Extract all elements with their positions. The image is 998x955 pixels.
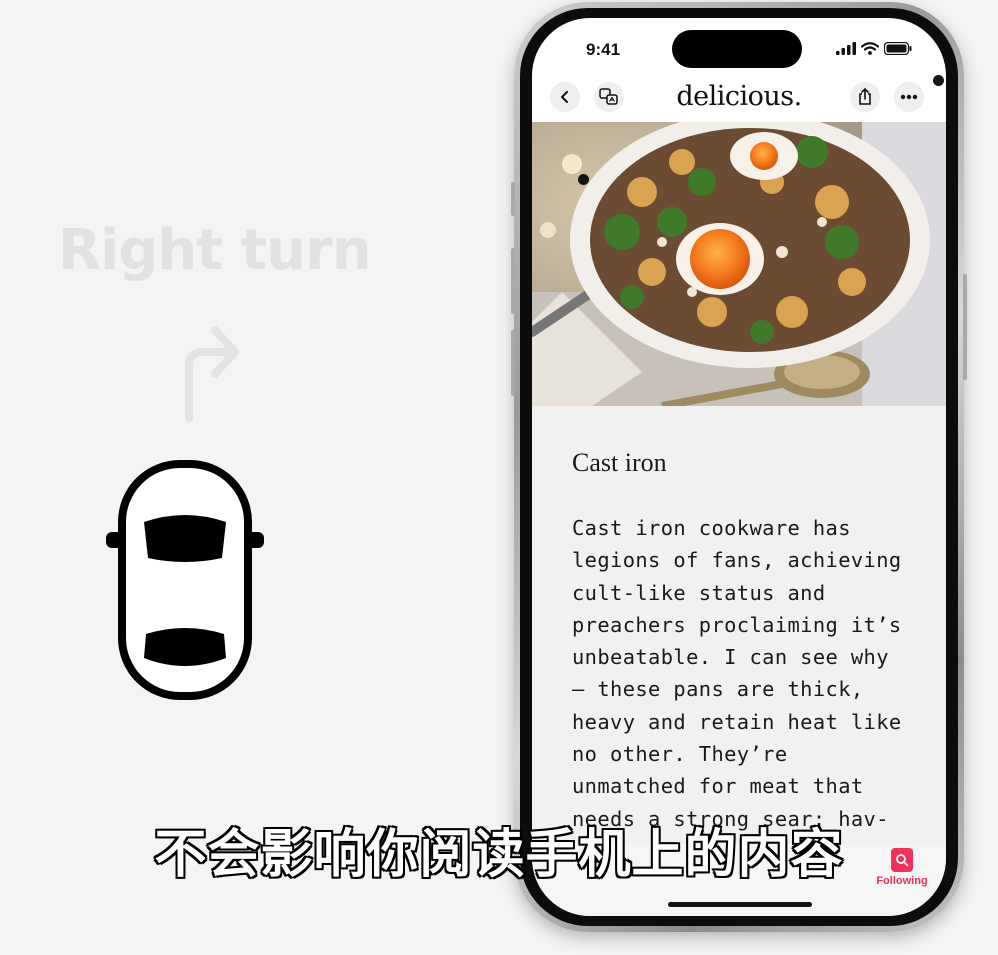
article-line: heavy and retain heat like (572, 709, 902, 734)
car-top-view-icon (106, 460, 264, 700)
share-icon (859, 88, 871, 105)
iphone-device: 9:41 delicious. Cast iron Cast iron cook… (511, 2, 967, 932)
battery-icon (884, 42, 912, 55)
publication-logo: delicious. (676, 81, 802, 112)
wifi-icon (861, 42, 879, 55)
phone-screen: 9:41 delicious. Cast iron Cast iron cook… (532, 18, 946, 916)
right-turn-label: Right turn (58, 218, 372, 283)
article-nav-bar: delicious. (532, 80, 946, 120)
hero-food-image (532, 122, 946, 406)
selection-handle[interactable] (578, 174, 589, 185)
article-line: unmatched for meat that (572, 774, 864, 799)
article-content: Cast iron Cast iron cookware has legions… (532, 406, 946, 844)
turn-right-arrow-icon (185, 326, 239, 422)
article-line: cult-like status and (572, 580, 826, 605)
article-line: unbeatable. I can see why (572, 645, 889, 670)
more-options-button[interactable] (894, 82, 924, 112)
dynamic-island (672, 30, 802, 68)
article-line: Cast iron cookware has (572, 516, 851, 540)
more-icon (900, 94, 918, 100)
article-line: – these pans are thick, (572, 677, 864, 702)
article-line: no other. They’re (572, 742, 788, 767)
status-bar: 9:41 (532, 30, 946, 68)
home-indicator[interactable] (668, 902, 812, 907)
selection-handle[interactable] (933, 75, 944, 86)
article-body: Cast iron cookware has legions of fans, … (572, 512, 912, 835)
article-heading: Cast iron (572, 448, 667, 477)
share-button[interactable] (850, 82, 880, 112)
video-subtitle: 不会影响你阅读手机上的内容 (153, 824, 844, 887)
status-time: 9:41 (586, 40, 621, 59)
article-line: legions of fans, achieving (572, 548, 902, 573)
article-line: preachers proclaiming it’s (572, 612, 902, 637)
cellular-signal-icon (836, 42, 856, 55)
